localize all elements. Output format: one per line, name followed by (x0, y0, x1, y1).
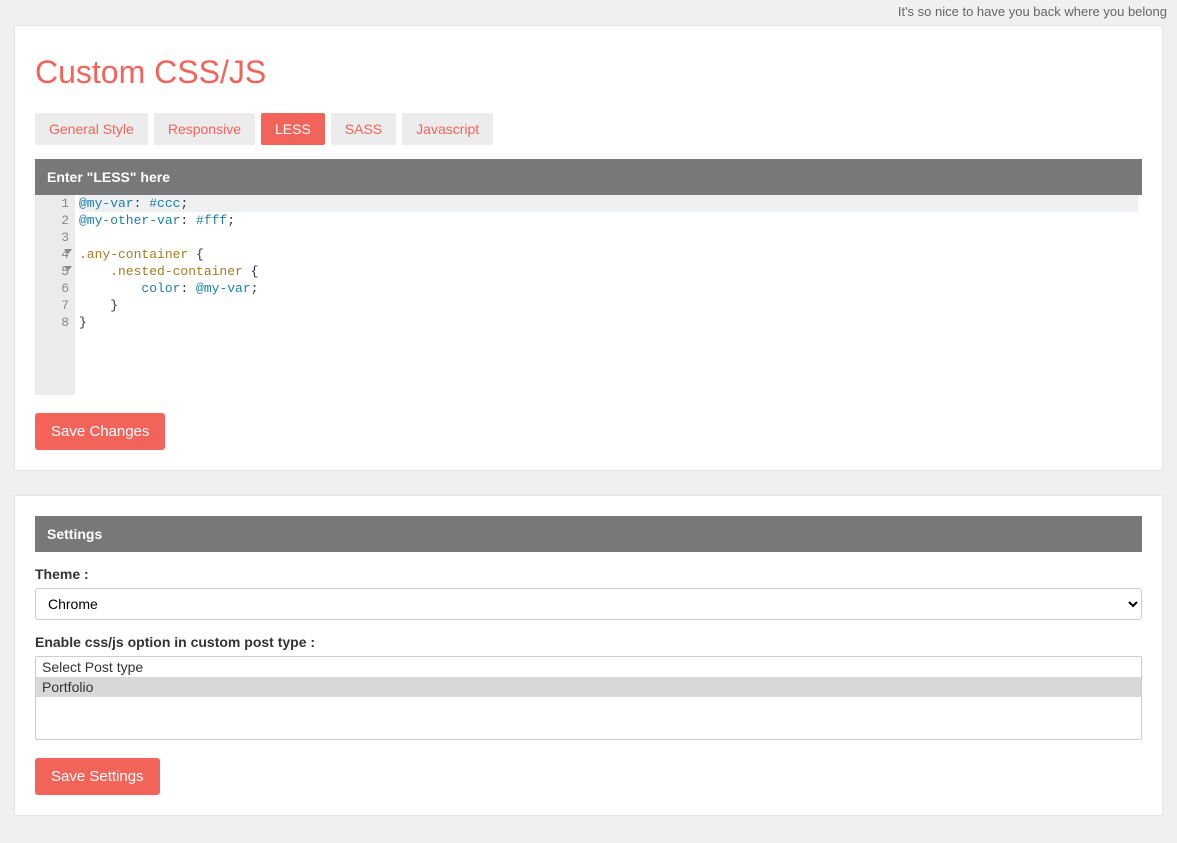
posttype-label: Enable css/js option in custom post type… (35, 634, 1142, 650)
main-panel: Custom CSS/JS General StyleResponsiveLES… (14, 25, 1163, 471)
page-title: Custom CSS/JS (35, 54, 1142, 91)
code-line[interactable]: @my-other-var: #fff; (79, 212, 1138, 229)
code-line[interactable] (79, 229, 1138, 246)
settings-panel: Settings Theme : Chrome Enable css/js op… (14, 495, 1163, 816)
line-number: 3 (45, 229, 69, 246)
theme-label: Theme : (35, 566, 1142, 582)
line-number: 4 (45, 246, 69, 263)
posttype-option[interactable]: Select Post type (36, 657, 1141, 677)
line-number: 5 (45, 263, 69, 280)
code-line[interactable]: .nested-container { (79, 263, 1138, 280)
code-line[interactable]: color: @my-var; (79, 280, 1138, 297)
posttype-multiselect[interactable]: Select Post typePortfolio (35, 656, 1142, 740)
tab-general-style[interactable]: General Style (35, 113, 148, 145)
code-line[interactable]: } (79, 297, 1138, 314)
fold-marker-icon[interactable] (64, 266, 72, 271)
line-number: 2 (45, 212, 69, 229)
tabs: General StyleResponsiveLESSSASSJavascrip… (35, 113, 1142, 145)
line-number: 6 (45, 280, 69, 297)
posttype-option[interactable]: Portfolio (36, 677, 1141, 697)
welcome-text: It's so nice to have you back where you … (898, 4, 1167, 19)
editor-code[interactable]: @my-var: #ccc;@my-other-var: #fff; .any-c… (75, 195, 1142, 395)
code-line[interactable]: } (79, 314, 1138, 331)
line-number: 7 (45, 297, 69, 314)
editor-gutter: 12345678 (35, 195, 75, 395)
settings-header: Settings (35, 516, 1142, 552)
code-line[interactable]: @my-var: #ccc; (79, 195, 1138, 212)
code-line[interactable]: .any-container { (79, 246, 1138, 263)
fold-marker-icon[interactable] (64, 249, 72, 254)
tab-sass[interactable]: SASS (331, 113, 396, 145)
editor-header: Enter "LESS" here (35, 159, 1142, 195)
tab-less[interactable]: LESS (261, 113, 325, 145)
code-editor[interactable]: 12345678 @my-var: #ccc;@my-other-var: #f… (35, 195, 1142, 395)
save-settings-button[interactable]: Save Settings (35, 758, 160, 795)
tab-responsive[interactable]: Responsive (154, 113, 255, 145)
theme-select[interactable]: Chrome (35, 588, 1142, 620)
tab-javascript[interactable]: Javascript (402, 113, 493, 145)
topbar: It's so nice to have you back where you … (0, 0, 1177, 25)
save-changes-button[interactable]: Save Changes (35, 413, 165, 450)
line-number: 1 (45, 195, 69, 212)
line-number: 8 (45, 314, 69, 331)
